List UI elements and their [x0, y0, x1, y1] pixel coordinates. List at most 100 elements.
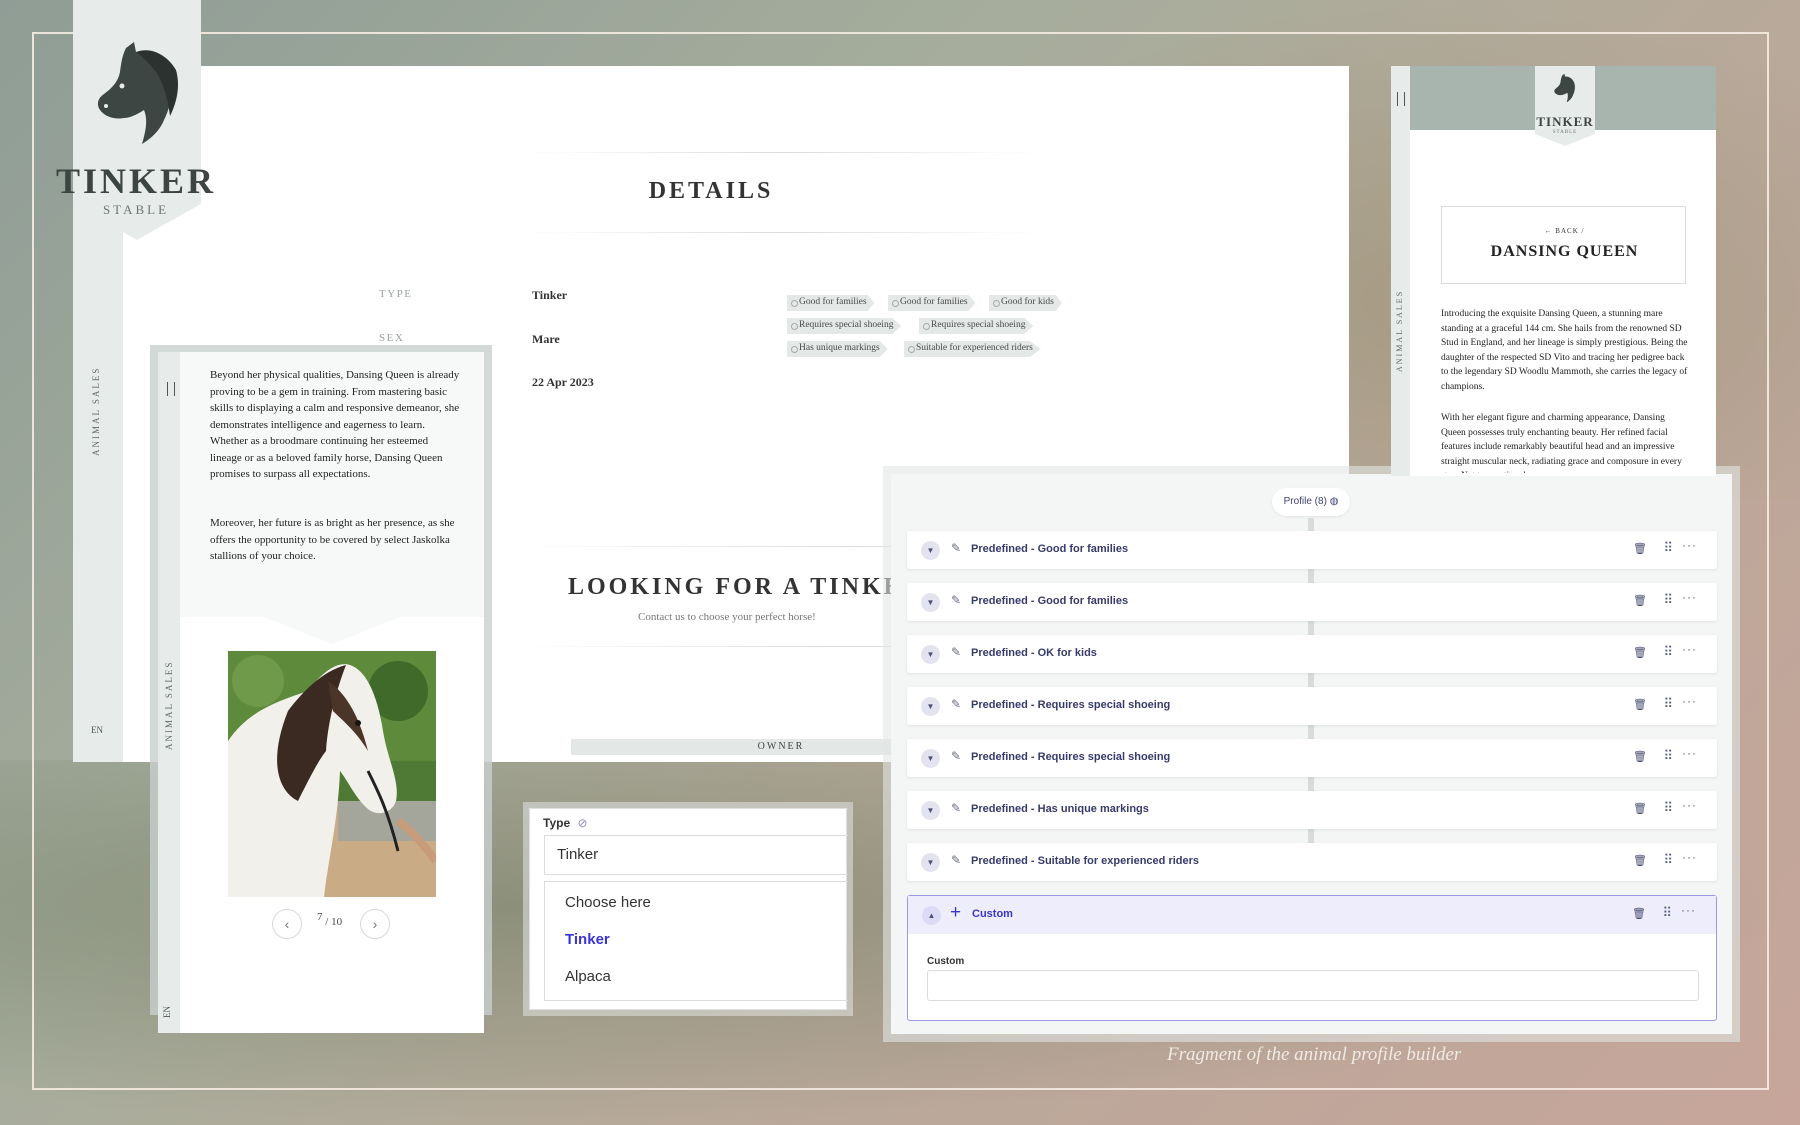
drag-handle-icon[interactable] [167, 382, 175, 396]
drag-grip-icon[interactable]: ⠿ [1663, 800, 1672, 816]
feather-icon: ✎ [951, 645, 962, 659]
expand-chevron-icon[interactable]: ▼ [921, 541, 940, 560]
row-title: Predefined - Good for families [971, 595, 1129, 607]
drag-grip-icon[interactable]: ⠿ [1663, 540, 1672, 556]
custom-row-title: Custom [972, 908, 1013, 920]
mobile-sidebar: ANIMAL SALES EN [158, 352, 180, 1033]
expand-chevron-icon[interactable]: ▼ [921, 749, 940, 768]
expand-chevron-icon[interactable]: ▼ [921, 593, 940, 612]
tag: Requires special shoeing [787, 318, 902, 334]
drag-grip-icon[interactable]: ⠿ [1663, 748, 1672, 764]
builder-row[interactable]: ▼ ✎ Predefined - Good for families 🗑 ⠿ ·… [907, 583, 1717, 621]
more-options-icon[interactable]: ··· [1682, 642, 1697, 656]
expand-chevron-icon[interactable]: ▼ [921, 853, 940, 872]
row-title: Predefined - Requires special shoeing [971, 699, 1171, 711]
trash-icon[interactable]: 🗑 [1633, 594, 1647, 607]
select-option-selected[interactable]: Tinker [565, 931, 610, 948]
photo-pager-count: 7 / 10 [317, 911, 343, 928]
mobile-paragraph: Moreover, her future is as bright as her… [210, 517, 455, 562]
more-options-icon[interactable]: ··· [1682, 850, 1697, 864]
next-photo-button[interactable]: › [360, 909, 390, 939]
type-select-dropdown: Choose here Tinker Alpaca [544, 881, 848, 1001]
caption: Fragment of the animal profile builder [1167, 1044, 1462, 1065]
birth-date-value: 22 Apr 2023 [532, 375, 594, 389]
drag-grip-icon[interactable]: ⠿ [1663, 696, 1672, 712]
back-link[interactable]: ← BACK / [1442, 227, 1687, 235]
horse-name-title: DANSING QUEEN [1490, 243, 1639, 260]
builder-row[interactable]: ▼ ✎ Predefined - Requires special shoein… [907, 739, 1717, 777]
trash-icon[interactable]: 🗑 [1633, 698, 1647, 711]
drag-grip-icon[interactable]: ⠿ [1663, 852, 1672, 868]
trash-icon[interactable]: 🗑 [1633, 750, 1647, 763]
looking-subtitle: Contact us to choose your perfect horse! [638, 611, 816, 623]
side-label-animal-sales[interactable]: ANIMAL SALES [164, 661, 174, 750]
builder-row[interactable]: ▼ ✎ Predefined - Good for families 🗑 ⠿ ·… [907, 531, 1717, 569]
feather-icon: ✎ [951, 853, 962, 867]
tag: Requires special shoeing [919, 318, 1034, 334]
trash-icon[interactable]: 🗑 [1633, 646, 1647, 659]
trash-icon[interactable]: 🗑 [1633, 854, 1647, 867]
more-options-icon[interactable]: ··· [1682, 590, 1697, 604]
divider [523, 232, 1043, 233]
custom-row-header[interactable]: ▲ + Custom 🗑 ⠿ ··· [908, 896, 1716, 934]
chevron-left-icon: ‹ [284, 916, 290, 932]
row-title: Predefined - Has unique markings [971, 803, 1149, 815]
tag: Good for kids [989, 295, 1062, 311]
translate-icon[interactable]: ⊘ [577, 816, 587, 830]
type-select-input[interactable]: Tinker [544, 835, 848, 875]
trash-icon[interactable]: 🗑 [1633, 542, 1647, 555]
profile-count-pill[interactable]: Profile (8) ◍ [1272, 488, 1350, 516]
drag-handle-icon[interactable] [1397, 92, 1405, 106]
expand-chevron-icon[interactable]: ▼ [921, 801, 940, 820]
looking-title: LOOKING FOR A TINKER? [568, 574, 938, 600]
row-title: Predefined - Requires special shoeing [971, 751, 1171, 763]
expand-chevron-icon[interactable]: ▼ [921, 697, 940, 716]
pager-current: 7 [317, 911, 323, 923]
language-switch[interactable]: EN [162, 1006, 172, 1018]
profile-preview-page: ANIMAL SALES TINKER STABLE ← BACK / DANS… [1391, 66, 1716, 476]
preview-title-box: ← BACK / DANSING QUEEN [1441, 206, 1686, 284]
type-label: TYPE [379, 288, 413, 300]
tag: Good for families [787, 295, 875, 311]
feather-icon: ✎ [951, 697, 962, 711]
builder-row[interactable]: ▼ ✎ Predefined - Has unique markings 🗑 ⠿… [907, 791, 1717, 829]
more-options-icon[interactable]: ··· [1682, 798, 1697, 812]
collapse-chevron-icon[interactable]: ▲ [922, 906, 941, 925]
builder-row[interactable]: ▼ ✎ Predefined - OK for kids 🗑 ⠿ ··· [907, 635, 1717, 673]
trash-icon[interactable]: 🗑 [1633, 802, 1647, 815]
builder-row[interactable]: ▼ ✎ Predefined - Suitable for experience… [907, 843, 1717, 881]
tag: Good for families [888, 295, 976, 311]
preview-logo-wordmark: TINKER [1536, 114, 1594, 129]
drag-grip-icon[interactable]: ⠿ [1663, 644, 1672, 660]
more-options-icon[interactable]: ··· [1682, 746, 1697, 760]
custom-field-input[interactable] [927, 970, 1699, 1001]
preview-logo: TINKER STABLE [1535, 66, 1595, 146]
custom-row-expanded[interactable]: ▲ + Custom 🗑 ⠿ ··· Custom [907, 895, 1717, 1021]
feather-icon: ✎ [951, 593, 962, 607]
feather-icon: ✎ [951, 541, 962, 555]
globe-icon: ◍ [1329, 496, 1339, 507]
more-options-icon[interactable]: ··· [1682, 694, 1697, 708]
logo-subtitle: STABLE [102, 202, 170, 217]
side-label-animal-sales[interactable]: ANIMAL SALES [1395, 290, 1404, 372]
row-title: Predefined - Suitable for experienced ri… [971, 855, 1200, 867]
side-label-animal-sales[interactable]: ANIMAL SALES [91, 367, 101, 456]
prev-photo-button[interactable]: ‹ [272, 909, 302, 939]
more-options-icon[interactable]: ··· [1682, 538, 1697, 552]
details-title: DETAILS [648, 178, 774, 204]
type-select-label: Type ⊘ [543, 816, 588, 830]
select-option[interactable]: Choose here [565, 894, 651, 911]
drag-grip-icon[interactable]: ⠿ [1663, 592, 1672, 608]
preview-paragraph: Introducing the exquisite Dansing Queen,… [1441, 309, 1688, 392]
builder-row[interactable]: ▼ ✎ Predefined - Requires special shoein… [907, 687, 1717, 725]
expand-chevron-icon[interactable]: ▼ [921, 645, 940, 664]
chevron-right-icon: › [372, 916, 378, 932]
trash-icon[interactable]: 🗑 [1632, 907, 1646, 920]
tag: Has unique markings [787, 341, 888, 357]
plus-icon: + [950, 902, 962, 923]
more-options-icon[interactable]: ··· [1681, 903, 1696, 917]
language-switch[interactable]: EN [91, 725, 103, 735]
horse-head-logo-icon [1554, 73, 1575, 103]
drag-grip-icon[interactable]: ⠿ [1662, 905, 1671, 921]
select-option[interactable]: Alpaca [565, 968, 611, 985]
